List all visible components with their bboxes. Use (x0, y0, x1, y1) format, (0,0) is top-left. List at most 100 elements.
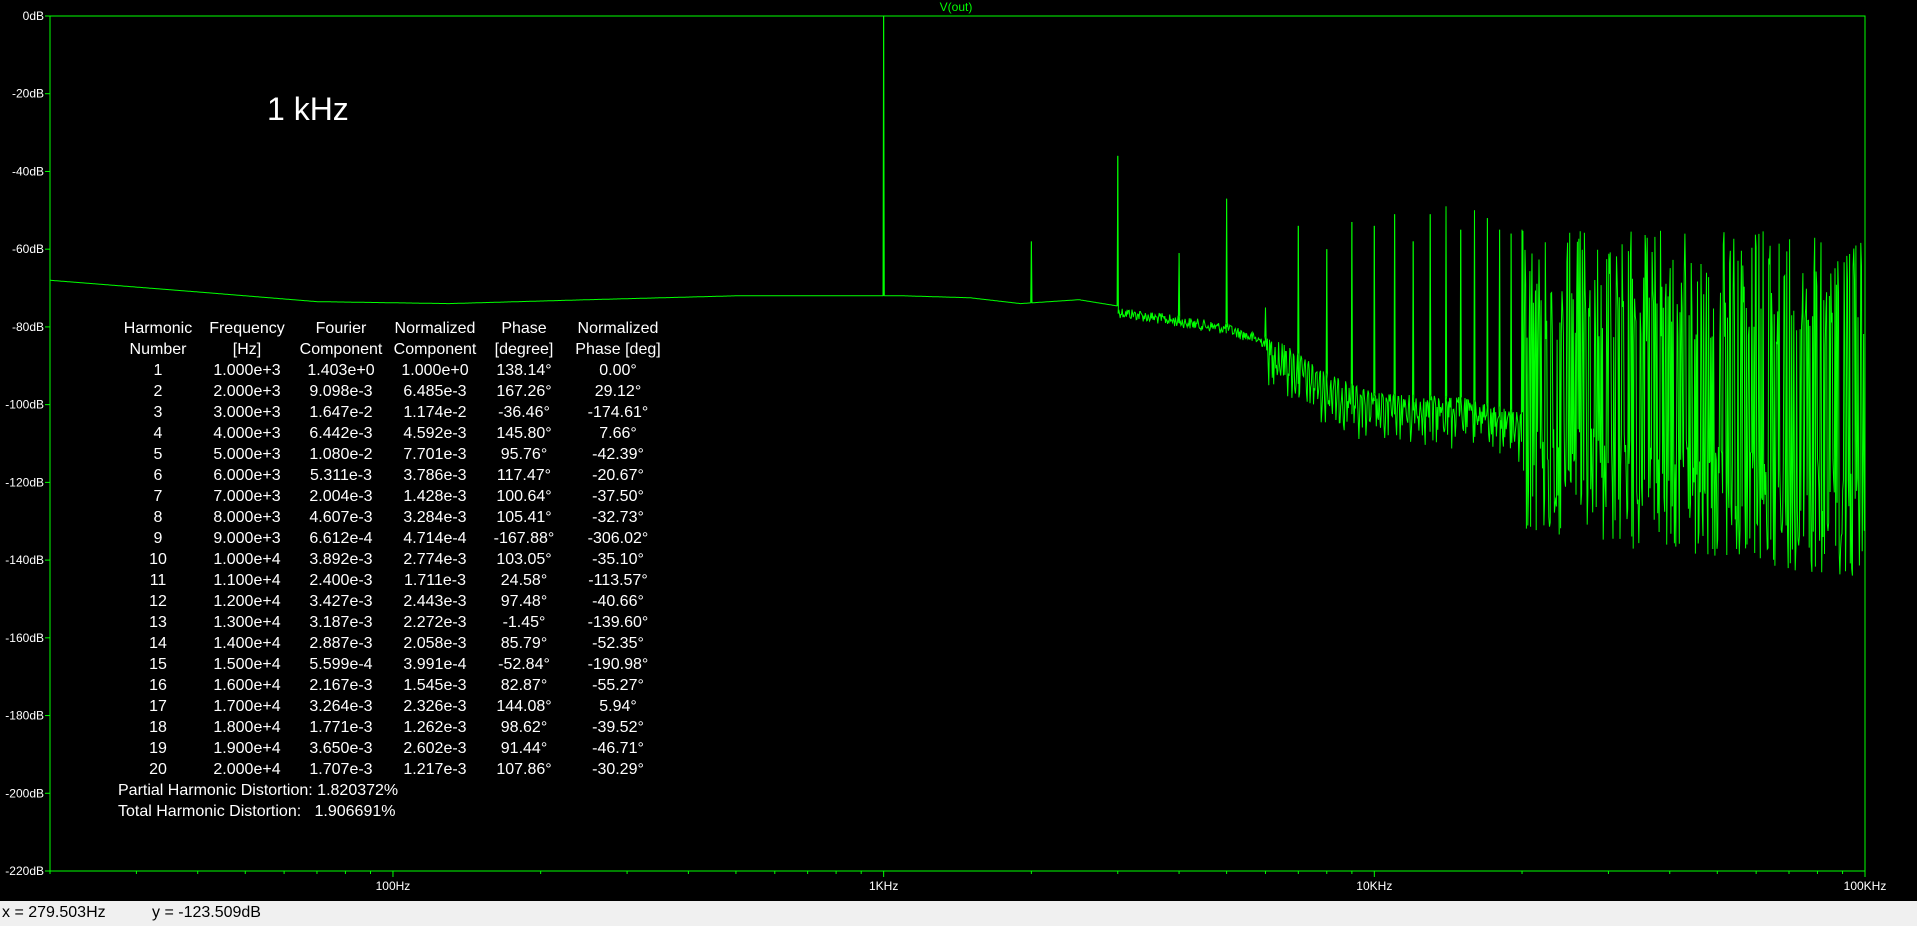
table-cell: 145.80° (496, 425, 552, 442)
table-cell: 8.000e+3 (213, 509, 281, 526)
table-cell: 1.700e+4 (213, 698, 281, 715)
table-cell: 3.000e+3 (213, 404, 281, 421)
total-thd: Total Harmonic Distortion: 1.906691% (118, 803, 396, 820)
fourier-column-header: Fourier Component (299, 320, 383, 358)
table-cell: 17 (149, 698, 167, 715)
y-tick-label: -80dB (12, 320, 44, 334)
table-cell: 2.000e+3 (213, 383, 281, 400)
table-row: 5 5.000e+3 1.080e-2 7.701e-3 95.76° -42.39° (116, 444, 670, 465)
x-tick-label: 1KHz (869, 879, 898, 893)
table-cell: 1.217e-3 (403, 761, 467, 778)
status-bar: x = 279.503Hz y = -123.509dB (0, 901, 1917, 926)
table-cell: 98.62° (500, 719, 548, 736)
table-cell: 5.599e-4 (309, 656, 373, 673)
table-cell: -55.27° (592, 677, 644, 694)
table-cell: 5.94° (599, 698, 637, 715)
table-cell: 8 (153, 509, 163, 526)
table-cell: 2.004e-3 (309, 488, 373, 505)
table-cell: 105.41° (496, 509, 552, 526)
table-cell: 10 (149, 551, 167, 568)
table-cell: 2.774e-3 (403, 551, 467, 568)
table-cell: 85.79° (500, 635, 548, 652)
table-cell: 1 (153, 362, 163, 379)
table-cell: 12 (149, 593, 167, 610)
table-cell: 4.592e-3 (403, 425, 467, 442)
table-cell: 1.711e-3 (404, 572, 466, 589)
table-cell: 9 (153, 530, 163, 547)
table-cell: 11 (149, 572, 167, 589)
fourier-column-header: Normalized Component (393, 320, 477, 358)
table-cell: 4.607e-3 (309, 509, 373, 526)
table-row: 17 1.700e+4 3.264e-3 2.326e-3 144.08° 5.94° (116, 696, 670, 717)
table-cell: 2.887e-3 (309, 635, 373, 652)
table-row: 18 1.800e+4 1.771e-3 1.262e-3 98.62° -39.52° (116, 717, 670, 738)
table-row: 12 1.200e+4 3.427e-3 2.443e-3 97.48° -40.66° (116, 591, 670, 612)
y-tick-label: -200dB (5, 786, 44, 800)
cursor-y-readout: y = -123.509dB (152, 904, 261, 921)
table-cell: 1.300e+4 (213, 614, 281, 631)
trace-label[interactable]: V(out) (940, 0, 973, 14)
table-cell: 18 (149, 719, 167, 736)
table-cell: 1.800e+4 (213, 719, 281, 736)
y-tick-label: -180dB (5, 709, 44, 723)
x-tick-label: 100Hz (376, 879, 411, 893)
table-row: 4 4.000e+3 6.442e-3 4.592e-3 145.80° 7.66° (116, 423, 670, 444)
table-cell: 3.650e-3 (309, 740, 373, 757)
table-cell: -190.98° (587, 656, 649, 673)
table-cell: 4.000e+3 (213, 425, 281, 442)
table-cell: 3 (153, 404, 163, 421)
table-row: 1 1.000e+3 1.403e+0 1.000e+0 138.14° 0.00° (116, 360, 670, 381)
table-cell: -40.66° (592, 593, 644, 610)
table-row: 8 8.000e+3 4.607e-3 3.284e-3 105.41° -32.73° (116, 507, 670, 528)
y-tick-label: -20dB (12, 87, 44, 101)
table-row: 16 1.600e+4 2.167e-3 1.545e-3 82.87° -55.27° (116, 675, 670, 696)
table-cell: 117.47° (496, 467, 552, 484)
table-cell: 9.000e+3 (213, 530, 281, 547)
table-cell: 7.66° (599, 425, 637, 442)
table-cell: 0.00° (599, 362, 637, 379)
table-cell: -39.52° (592, 719, 644, 736)
table-cell: 1.545e-3 (403, 677, 467, 694)
fourier-column-header: Phase [degree] (494, 320, 554, 358)
table-cell: 167.26° (496, 383, 552, 400)
x-tick-label: 100KHz (1844, 879, 1887, 893)
table-cell: -35.10° (592, 551, 644, 568)
table-cell: 3.991e-4 (403, 656, 467, 673)
y-tick-label: -120dB (5, 475, 44, 489)
partial-thd: Partial Harmonic Distortion: 1.820372% (118, 782, 399, 799)
table-cell: 4.714e-4 (403, 530, 467, 547)
table-cell: 1.771e-3 (309, 719, 373, 736)
y-tick-label: -100dB (5, 398, 44, 412)
table-cell: 1.600e+4 (213, 677, 281, 694)
table-row: 3 3.000e+3 1.647e-2 1.174e-2 -36.46° -174.61° (116, 402, 670, 423)
table-cell: 29.12° (594, 383, 642, 400)
table-cell: 7.701e-3 (403, 446, 467, 463)
table-cell: 5.000e+3 (213, 446, 281, 463)
table-cell: 2.058e-3 (403, 635, 467, 652)
table-cell: 13 (149, 614, 167, 631)
table-cell: 3.786e-3 (403, 467, 467, 484)
table-cell: 1.647e-2 (309, 404, 373, 421)
table-row: 13 1.300e+4 3.187e-3 2.272e-3 -1.45° -139.60° (116, 612, 670, 633)
table-cell: -32.73° (592, 509, 644, 526)
table-cell: -20.67° (592, 467, 644, 484)
table-cell: 6.612e-4 (309, 530, 373, 547)
fourier-table-body: 1 1.000e+3 1.403e+0 1.000e+0 138.14° 0.00° 2 2.… (116, 360, 670, 780)
y-tick-label: 0dB (23, 9, 44, 23)
fourier-table: Harmonic Number Frequency [Hz] Fourier Compon… (116, 318, 670, 780)
fourier-table-header: Harmonic Number Frequency [Hz] Fourier Compon… (116, 318, 670, 360)
table-cell: 6.485e-3 (403, 383, 467, 400)
table-cell: 2.602e-3 (403, 740, 467, 757)
table-cell: 9.098e-3 (309, 383, 373, 400)
table-cell: 97.48° (500, 593, 548, 610)
table-cell: -46.71° (592, 740, 644, 757)
table-row: 10 1.000e+4 3.892e-3 2.774e-3 103.05° -35.10° (116, 549, 670, 570)
table-cell: 1.000e+0 (401, 362, 469, 379)
table-cell: 1.200e+4 (213, 593, 281, 610)
table-cell: 4 (153, 425, 163, 442)
table-cell: -30.29° (592, 761, 644, 778)
y-tick-label: -140dB (5, 553, 44, 567)
table-cell: 2.167e-3 (309, 677, 373, 694)
table-cell: 6.000e+3 (213, 467, 281, 484)
table-cell: 3.427e-3 (309, 593, 373, 610)
